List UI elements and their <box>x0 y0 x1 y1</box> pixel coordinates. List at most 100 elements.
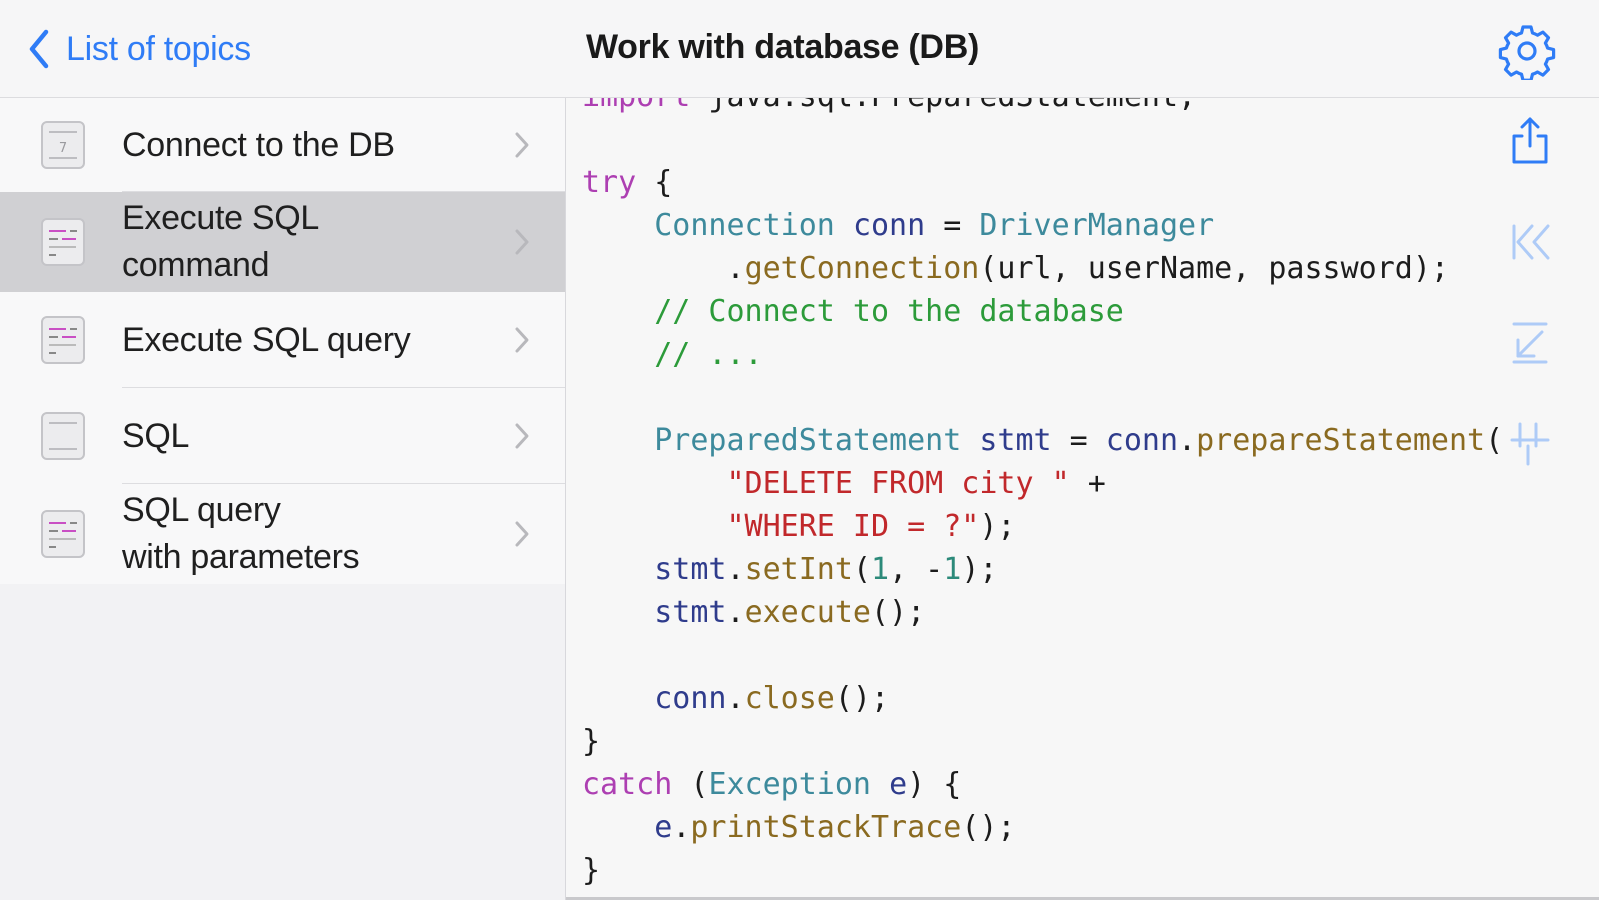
code-token: stmt <box>979 423 1052 458</box>
sidebar-item-label: SQL query with parameters <box>122 491 360 576</box>
code-token: . <box>672 810 691 845</box>
code-token: "DELETE FROM city " <box>726 466 1070 501</box>
svg-text:7: 7 <box>59 141 67 156</box>
code-token: } <box>582 724 601 759</box>
code-token: // Connect to the database <box>582 294 1124 329</box>
code-token: ( <box>852 552 871 587</box>
sidebar-item-label: Execute SQL query <box>122 320 411 359</box>
code-token: { <box>636 165 673 200</box>
code-token: . <box>1178 423 1197 458</box>
code-block: import java.sql.PreparedStatement;try { … <box>582 98 1503 892</box>
code-token: stmt <box>654 595 727 630</box>
code-line: PreparedStatement stmt = conn.prepareSta… <box>582 419 1503 462</box>
sidebar-item-label: SQL <box>122 416 190 455</box>
gear-icon[interactable] <box>1498 22 1556 80</box>
topics-sidebar: 7 Connect to the DB Execute SQL command Exe… <box>0 98 566 900</box>
sidebar-item-3[interactable]: Execute SQL query <box>0 292 565 388</box>
code-token: (); <box>871 595 926 630</box>
back-button[interactable]: List of topics <box>26 24 251 74</box>
code-token: Connection <box>654 208 835 243</box>
code-token: e <box>889 767 908 802</box>
chevron-right-icon <box>515 132 529 158</box>
sidebar-item-4[interactable]: SQL <box>0 388 565 484</box>
code-token: ( <box>1485 423 1504 458</box>
code-token: execute <box>744 595 871 630</box>
code-token: setInt <box>744 552 853 587</box>
pin-icon[interactable] <box>1508 416 1552 468</box>
chevron-right-icon <box>515 327 529 353</box>
chevron-right-icon <box>515 521 529 547</box>
code-token: (url, userName, password); <box>979 251 1449 286</box>
document-icon <box>41 412 85 460</box>
code-line: stmt.execute(); <box>582 591 1503 634</box>
code-line: stmt.setInt(1, -1); <box>582 548 1503 591</box>
code-token: getConnection <box>744 251 980 286</box>
document-icon: 7 <box>41 121 85 169</box>
code-token: . <box>726 552 745 587</box>
code-token: DriverManager <box>979 208 1215 243</box>
jump-to-start-icon[interactable] <box>1508 216 1552 268</box>
code-token: catch <box>582 767 673 802</box>
code-token: (); <box>961 810 1016 845</box>
code-token: e <box>654 810 673 845</box>
sidebar-item-label: Execute SQL command <box>122 199 320 284</box>
code-line: } <box>582 720 1503 763</box>
page-title: Work with database (DB) <box>586 28 979 66</box>
chevron-left-icon <box>29 29 49 69</box>
sidebar-item-5[interactable]: SQL query with parameters <box>0 484 565 584</box>
sidebar-item-1[interactable]: 7 Connect to the DB <box>0 98 565 192</box>
code-token: conn <box>852 208 926 243</box>
chevron-right-icon <box>515 229 529 255</box>
code-token: . <box>726 681 745 716</box>
code-line: Connection conn = DriverManager <box>582 204 1503 247</box>
code-token: prepareStatement <box>1196 423 1486 458</box>
share-icon[interactable] <box>1508 114 1552 166</box>
code-token: conn <box>654 681 727 716</box>
code-token: . <box>726 595 745 630</box>
code-token: PreparedStatement <box>654 423 962 458</box>
code-token: close <box>744 681 835 716</box>
code-line: import java.sql.PreparedStatement; <box>582 98 1503 118</box>
code-token: (); <box>834 681 890 716</box>
jump-to-end-icon[interactable] <box>1508 316 1552 368</box>
code-line: // ... <box>582 333 1503 376</box>
code-token: 1 <box>871 552 890 587</box>
code-viewer[interactable]: import java.sql.PreparedStatement;try { … <box>566 98 1599 900</box>
code-line: catch (Exception e) { <box>582 763 1503 806</box>
code-token: stmt <box>654 552 727 587</box>
topics-list: 7 Connect to the DB Execute SQL command Exe… <box>0 98 565 584</box>
code-token: ); <box>961 552 998 587</box>
code-token: 1 <box>943 552 962 587</box>
code-token: "WHERE ID = ?" <box>726 509 980 544</box>
sidebar-item-2[interactable]: Execute SQL command <box>0 192 565 292</box>
code-token: ) { <box>907 767 962 802</box>
code-file-icon <box>41 316 85 364</box>
code-token: try <box>582 165 637 200</box>
sidebar-item-label: Connect to the DB <box>122 125 395 164</box>
code-token: ( <box>672 767 709 802</box>
code-line: try { <box>582 161 1503 204</box>
code-token: Exception <box>708 767 871 802</box>
code-token: printStackTrace <box>690 810 962 845</box>
code-line: "WHERE ID = ?"); <box>582 505 1503 548</box>
code-token: // ... <box>582 337 763 372</box>
code-token: conn <box>1105 423 1179 458</box>
code-token: = <box>1051 423 1106 458</box>
code-token: import <box>582 98 690 114</box>
code-line: conn.close(); <box>582 677 1503 720</box>
code-token: = <box>925 208 980 243</box>
code-file-icon <box>41 218 85 266</box>
code-line: e.printStackTrace(); <box>582 806 1503 849</box>
